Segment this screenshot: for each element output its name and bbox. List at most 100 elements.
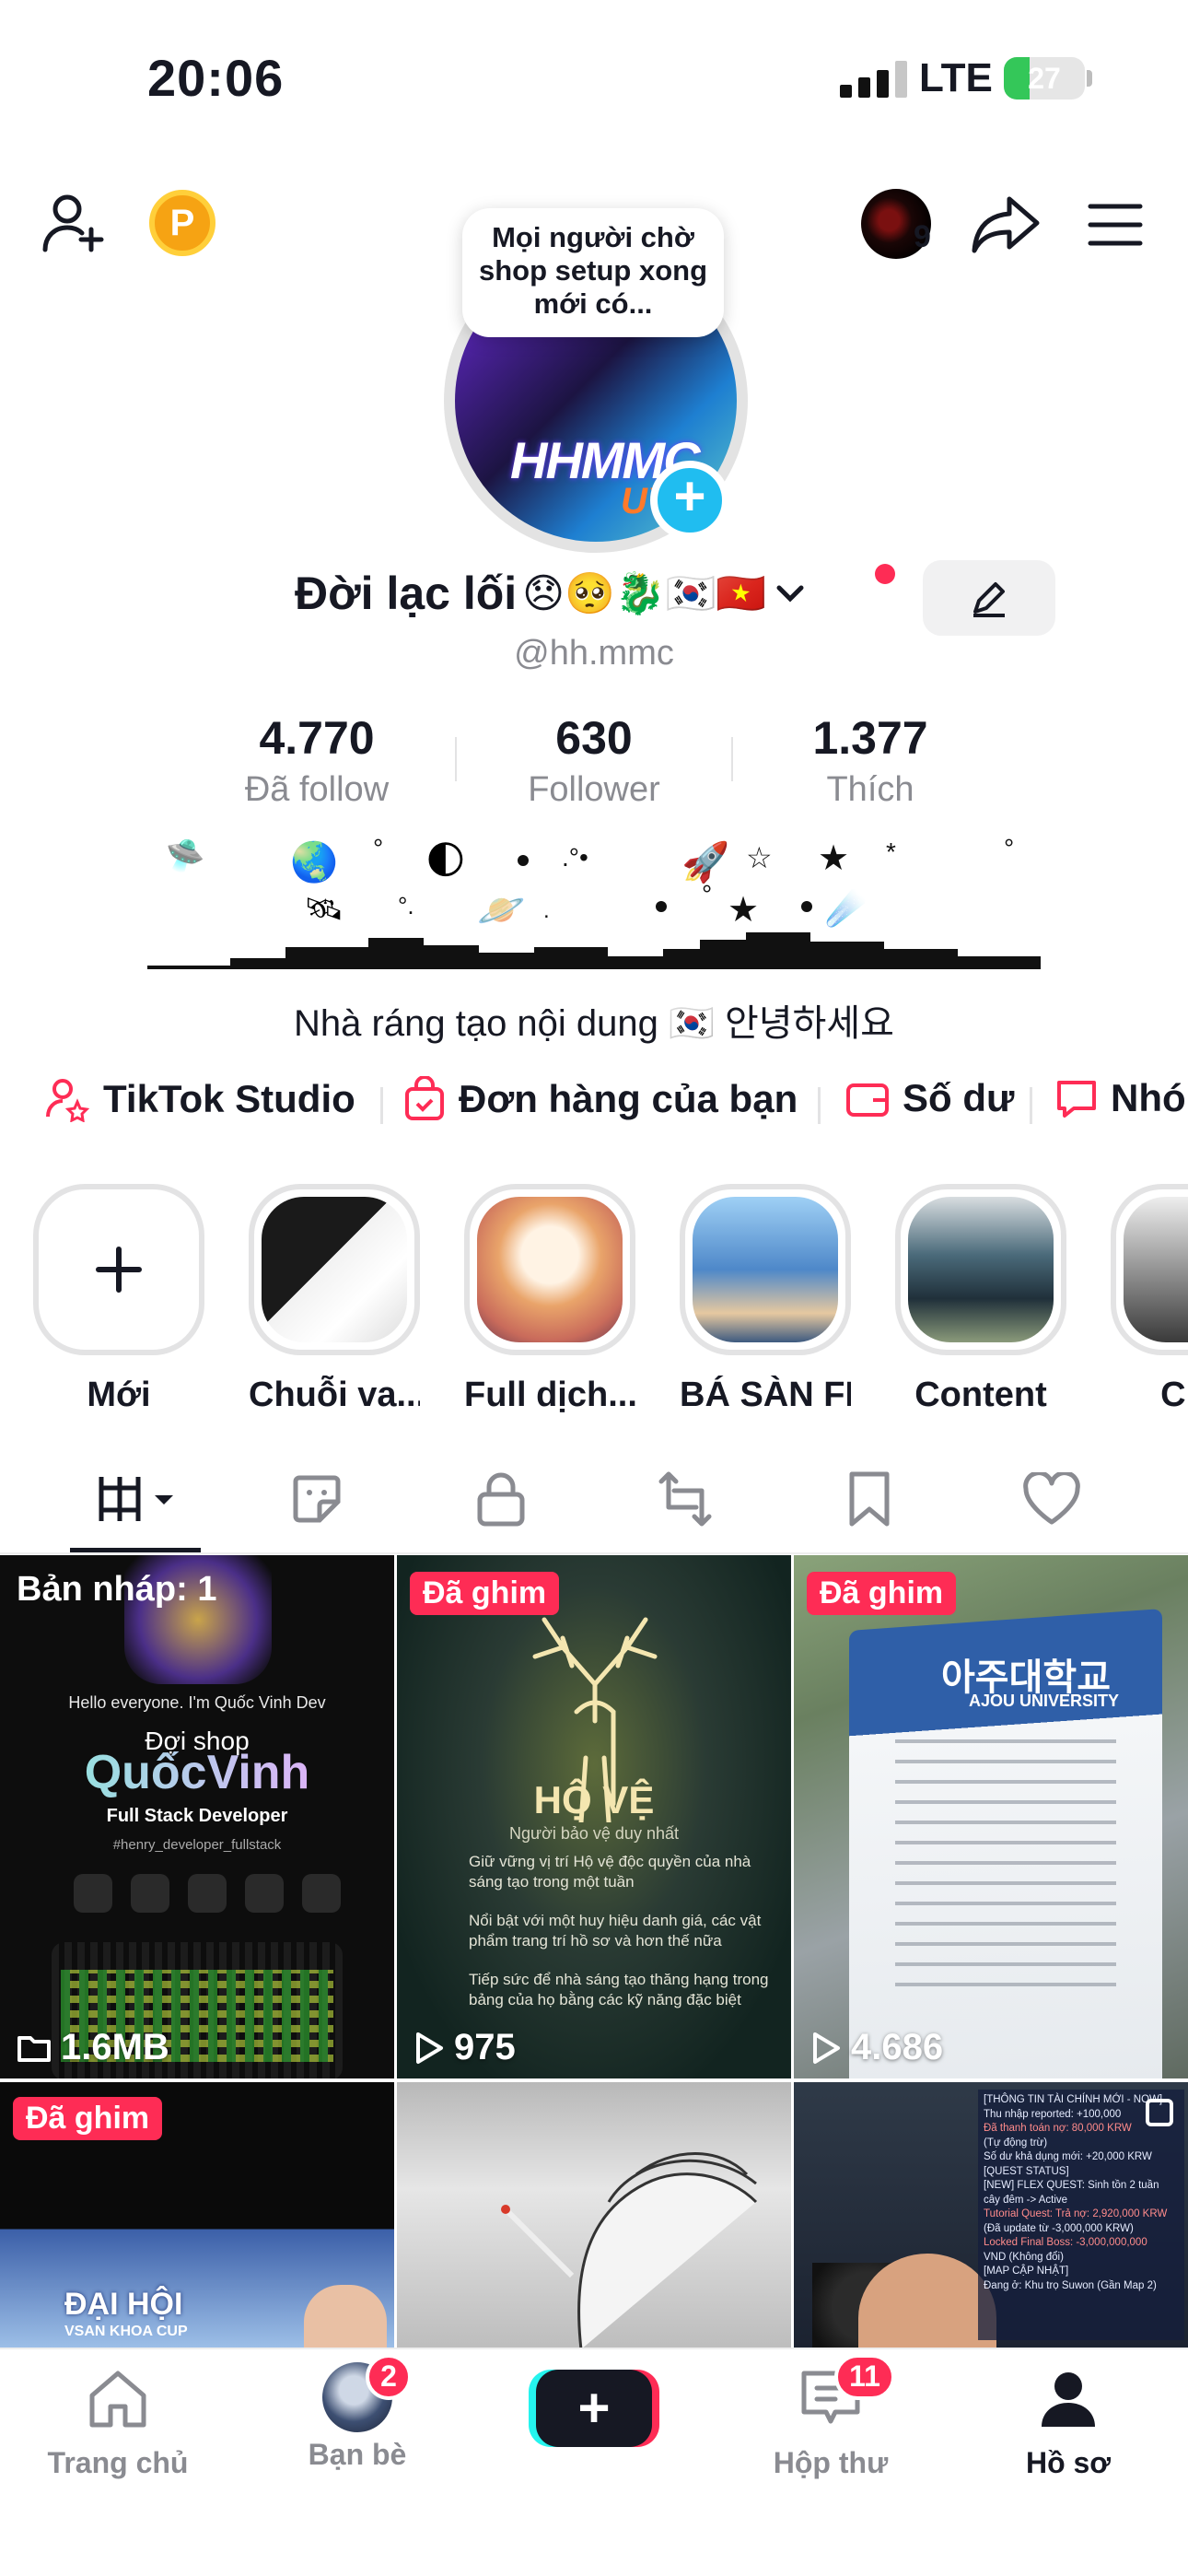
profile-name-row[interactable]: Đời lạc lối 😞🥺🐉🇰🇷🇻🇳	[295, 567, 939, 620]
stat-value: 4.770	[259, 712, 375, 764]
edit-profile-button[interactable]	[923, 560, 1055, 636]
overlay-line: Tutorial Quest: Trả nợ: 2,920,000 KRW	[984, 2208, 1168, 2219]
sign-text-lines	[895, 1739, 1116, 1997]
video-title: HỘ VỆ	[533, 1778, 655, 1821]
highlight-item[interactable]: BÁ SÀN FF	[680, 1184, 851, 1415]
overlay-line: Đang ở: Khu trọ Suwon (Gần Map 2)	[984, 2279, 1157, 2291]
tab-repost-stickers[interactable]	[287, 1469, 346, 1528]
video-thumbnail-draft[interactable]: Bản nháp: 1 Hello everyone. I'm Quốc Vin…	[0, 1555, 394, 2078]
highlight-label: BÁ SÀN FF	[680, 1376, 851, 1414]
overlay-line: VND (Không đổi)	[984, 2251, 1064, 2263]
chat-icon	[1057, 1081, 1096, 1118]
tab-divider	[0, 1552, 1188, 1554]
notification-count: 9	[914, 219, 931, 254]
link-groups[interactable]: Nhó	[1055, 1076, 1186, 1120]
overlay-line: [MAP CẬP NHẬT]	[984, 2266, 1069, 2277]
overlay-line: [QUEST STATUS]	[984, 2165, 1069, 2177]
status-time: 20:06	[147, 49, 285, 107]
video-thumbnail[interactable]: 아주대학교 AJOU UNIVERSITY Đã ghim 4.686	[794, 1555, 1188, 2078]
person-star-icon	[46, 1079, 90, 1122]
bookmark-icon	[849, 1471, 890, 1527]
svg-text:🚀: 🚀	[681, 839, 729, 884]
view-count-value: 975	[454, 2027, 516, 2067]
link-balance[interactable]: Số dư	[845, 1076, 1014, 1120]
add-friend-icon[interactable]	[39, 188, 111, 260]
svg-text:°.: °.	[398, 892, 414, 919]
svg-text:.°•: .°•	[562, 843, 588, 872]
profile-bio: Nhà ráng tạo nội dung 🇰🇷 안녕하세요	[294, 1003, 894, 1044]
create-button[interactable]: +	[536, 2370, 652, 2447]
highlight-item[interactable]: Chuỗi va...	[249, 1184, 420, 1415]
video-caption: Giữ vững vị trí Hộ vệ độc quyền của nhà …	[469, 1853, 751, 1891]
share-icon[interactable]	[969, 190, 1042, 258]
svg-text:🛰: 🛰	[304, 892, 344, 927]
highlight-item[interactable]: Chợ	[1111, 1184, 1188, 1415]
video-thumbnail[interactable]: [THÔNG TIN TÀI CHÍNH MỚI - NOW] Thu nhập…	[794, 2082, 1188, 2349]
pinned-badge: Đã ghim	[13, 2097, 163, 2140]
coin-icon[interactable]: P	[149, 190, 215, 256]
tab-saved[interactable]	[840, 1469, 899, 1528]
shopping-bag-icon	[405, 1076, 444, 1120]
svg-text:°: °	[373, 834, 383, 862]
video-thumbnail[interactable]: Đã ghim HỘ VỆ Người bảo vệ duy nhất Giữ …	[397, 1555, 791, 2078]
repost-icon	[658, 1471, 712, 1527]
stat-value: 630	[555, 712, 633, 764]
highlight-label: Mới	[87, 1376, 151, 1414]
stat-following[interactable]: 4.770 Đã follow	[206, 711, 427, 810]
profile-tooltip[interactable]: Mọi người chờ shop setup xong mới có...	[462, 208, 724, 337]
stat-followers[interactable]: 630 Follower	[483, 711, 705, 810]
battery-level: 27	[1028, 61, 1061, 95]
video-caption: #henry_developer_fullstack	[112, 1837, 282, 1853]
plus-icon	[96, 1247, 142, 1293]
link-divider	[380, 1087, 383, 1124]
video-subtitle: Người bảo vệ duy nhất	[509, 1824, 679, 1843]
nav-home[interactable]: Trang chủ	[26, 2368, 210, 2480]
video-thumbnail[interactable]	[397, 2082, 791, 2349]
svg-text:°: °	[1004, 834, 1014, 862]
link-label: Nhó	[1111, 1076, 1186, 1119]
highlight-label: Full dịch...	[464, 1376, 635, 1414]
stat-likes[interactable]: 1.377 Thích	[760, 711, 981, 810]
home-icon	[89, 2371, 146, 2428]
network-type: LTE	[919, 55, 993, 100]
profile-name: Đời lạc lối	[295, 568, 518, 619]
nav-friends[interactable]: Bạn bè	[265, 2362, 449, 2472]
overlay-line: (Đã update từ -3,000,000 KRW)	[984, 2222, 1134, 2234]
profile-name-emojis: 😞🥺🐉🇰🇷🇻🇳	[522, 571, 767, 616]
link-divider	[818, 1087, 821, 1124]
nav-label: Hộp thư	[773, 2446, 889, 2479]
signal-icon	[840, 61, 907, 98]
lock-icon	[477, 1472, 525, 1527]
highlight-label: Chuỗi va...	[249, 1376, 420, 1414]
tab-liked[interactable]	[1022, 1469, 1081, 1528]
nav-profile[interactable]: Hồ sơ	[976, 2368, 1160, 2480]
svg-text:🪐: 🪐	[477, 888, 526, 931]
video-subtitle: VSAN KHOA CUP	[64, 2324, 188, 2339]
svg-text:.: .	[543, 898, 550, 923]
tab-videos[interactable]	[92, 1467, 184, 1531]
pinned-badge: Đã ghim	[807, 1572, 957, 1615]
tab-reposts[interactable]	[656, 1469, 715, 1528]
highlight-new[interactable]: Mới	[33, 1184, 204, 1415]
tab-private[interactable]	[472, 1469, 530, 1528]
link-orders[interactable]: Đơn hàng của bạn	[403, 1076, 798, 1122]
add-story-button[interactable]: +	[650, 461, 729, 540]
view-count: 975	[413, 2027, 516, 2068]
chevron-down-icon[interactable]	[772, 575, 809, 612]
draft-size-value: 1.6MB	[61, 2027, 169, 2067]
overlay-line: (Tự động trừ)	[984, 2137, 1048, 2149]
highlight-item[interactable]: Full dịch...	[464, 1184, 635, 1415]
svg-text:*: *	[886, 837, 896, 866]
menu-icon[interactable]	[1085, 197, 1146, 252]
svg-text:°: °	[702, 880, 712, 908]
highlight-item[interactable]: Content	[895, 1184, 1066, 1415]
nav-inbox[interactable]: Hộp thư	[739, 2368, 923, 2480]
finance-overlay: [THÔNG TIN TÀI CHÍNH MỚI - NOW] Thu nhập…	[978, 2090, 1184, 2340]
video-thumbnail[interactable]: Đã ghim ĐẠI HỘI VSAN KHOA CUP	[0, 2082, 394, 2349]
friends-badge: 2	[366, 2354, 412, 2400]
link-tiktok-studio[interactable]: TikTok Studio	[44, 1076, 355, 1122]
video-subtitle: AJOU UNIVERSITY	[969, 1692, 1120, 1710]
wallet-icon	[846, 1083, 889, 1117]
video-subtitle: Full Stack Developer	[106, 1806, 288, 1826]
stat-label: Thích	[826, 770, 914, 809]
